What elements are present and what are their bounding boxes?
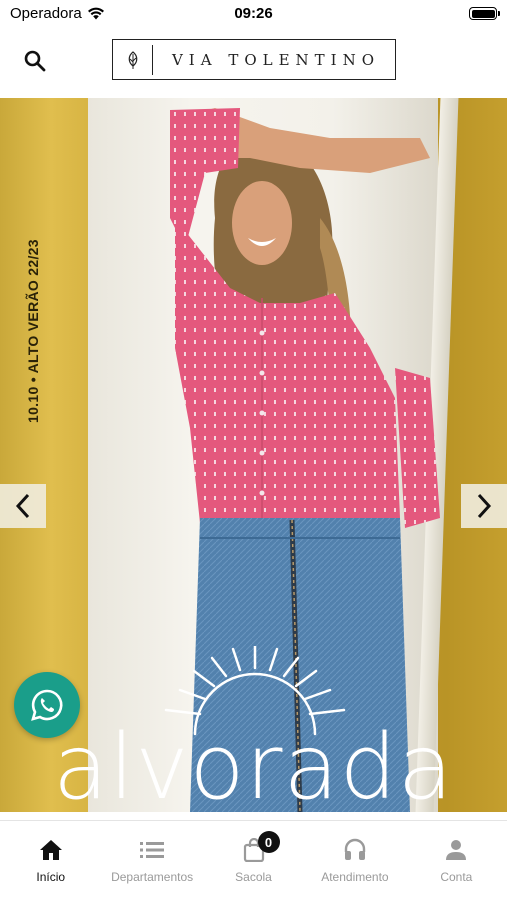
carousel-next-button[interactable]	[461, 484, 507, 528]
collection-title: alvorada	[53, 715, 454, 813]
battery-icon	[469, 7, 500, 20]
tab-label: Conta	[440, 870, 473, 884]
bottom-tab-bar: Início Departamentos 0 Sacola Atendiment…	[0, 820, 507, 900]
headset-icon	[341, 837, 369, 863]
logo-text: VIA TOLENTINO	[171, 50, 381, 69]
tab-atendimento[interactable]: Atendimento	[304, 821, 405, 900]
search-button[interactable]	[20, 46, 50, 76]
tab-sacola[interactable]: 0 Sacola	[203, 821, 304, 900]
carousel-prev-button[interactable]	[0, 484, 46, 528]
chevron-left-icon	[15, 493, 30, 519]
brand-logo[interactable]: VIA TOLENTINO	[112, 39, 396, 80]
tab-label: Início	[36, 870, 66, 884]
whatsapp-icon	[31, 689, 63, 721]
logo-leaf-icon	[113, 44, 153, 75]
chevron-right-icon	[477, 493, 492, 519]
user-icon	[442, 837, 470, 863]
tab-departamentos[interactable]: Departamentos	[101, 821, 202, 900]
tab-inicio[interactable]: Início	[0, 821, 101, 900]
tab-label: Sacola	[235, 870, 272, 884]
cart-count-badge: 0	[257, 831, 280, 853]
list-icon	[138, 837, 166, 863]
whatsapp-button[interactable]	[14, 672, 80, 738]
search-icon	[24, 50, 46, 72]
tab-conta[interactable]: Conta	[406, 821, 507, 900]
season-label: 10.10 • ALTO VERÃO 22/23	[25, 239, 41, 423]
tab-label: Departamentos	[111, 870, 194, 884]
status-bar: Operadora 09:26	[0, 0, 507, 28]
tab-label: Atendimento	[321, 870, 389, 884]
status-time: 09:26	[234, 5, 273, 22]
home-icon	[37, 837, 65, 863]
app-header: VIA TOLENTINO	[0, 28, 507, 98]
